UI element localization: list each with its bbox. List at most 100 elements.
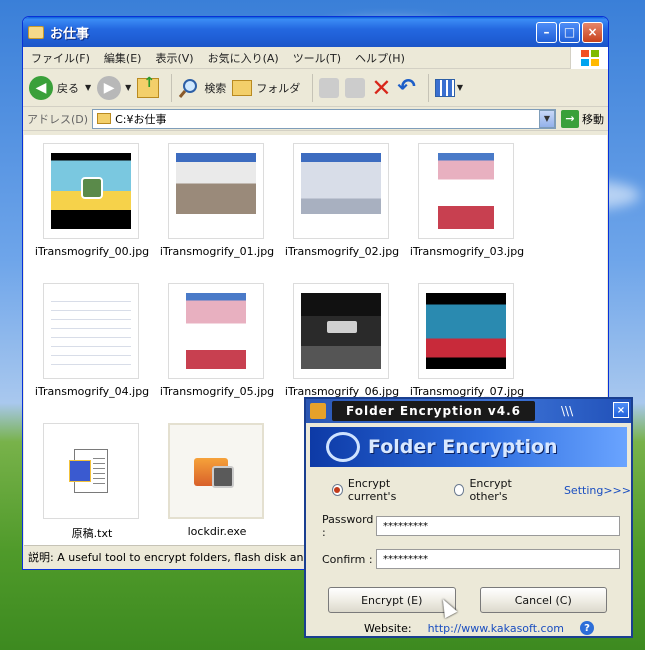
file-name: iTransmogrify_01.jpg [159, 245, 275, 258]
screenshot-thumbnail [301, 153, 381, 229]
encrypt-current-radio[interactable] [332, 484, 343, 496]
menu-favorites[interactable]: お気に入り(A) [208, 50, 279, 66]
thumbnail [168, 423, 264, 519]
encrypt-other-label[interactable]: Encrypt other's [469, 477, 543, 503]
file-item[interactable]: iTransmogrify_06.jpg [285, 283, 399, 398]
file-item-selected[interactable]: lockdir.exe [168, 423, 266, 538]
window-title: お仕事 [50, 26, 90, 42]
thumbnail [418, 283, 514, 379]
thumbnail [43, 283, 139, 379]
delete-icon: ✕ [371, 73, 392, 102]
lock-folder-icon [194, 452, 238, 490]
encrypt-options: Encrypt current's Encrypt other's Settin… [332, 477, 631, 503]
delete-button[interactable]: ✕ [371, 74, 391, 102]
file-name: iTransmogrify_02.jpg [284, 245, 400, 258]
copy-to-button[interactable] [345, 77, 366, 98]
title-decoration: \\\ [560, 404, 574, 418]
thumbnail [168, 283, 264, 379]
confirm-row: Confirm : ********* [306, 549, 631, 569]
go-button[interactable]: → 移動 [561, 109, 604, 128]
up-folder-button[interactable]: ↑ [137, 75, 160, 98]
chevron-down-icon: ▼ [456, 83, 464, 92]
banner-title: Folder Encryption [368, 436, 558, 458]
screenshot-thumbnail [51, 293, 131, 369]
file-item[interactable]: iTransmogrify_00.jpg [35, 143, 149, 258]
up-folder-icon: ↑ [137, 75, 160, 98]
folder-encryption-dialog: Folder Encryption v4.6 \\\ × Folder Encr… [304, 397, 633, 638]
address-input[interactable]: C:¥お仕事 [92, 108, 556, 129]
minimize-button[interactable]: – [536, 21, 557, 43]
menu-help[interactable]: ヘルプ(H) [355, 50, 405, 66]
go-label: 移動 [582, 112, 604, 126]
file-name: iTransmogrify_00.jpg [34, 245, 150, 258]
text-file-icon [69, 449, 108, 493]
thumbnail [418, 143, 514, 239]
thumbnail [43, 423, 139, 519]
file-name: iTransmogrify_05.jpg [159, 385, 275, 398]
forward-button[interactable]: ▶ ▼ [97, 75, 131, 100]
encrypt-other-radio[interactable] [453, 484, 465, 496]
windows-logo-icon [570, 47, 608, 69]
app-banner: Folder Encryption [310, 427, 627, 467]
confirm-label: Confirm : [322, 552, 373, 566]
move-to-button[interactable] [319, 77, 340, 98]
file-item[interactable]: 原稿.txt [43, 423, 141, 541]
file-item[interactable]: iTransmogrify_02.jpg [285, 143, 399, 258]
website-link[interactable]: http://www.kakasoft.com [428, 622, 564, 635]
file-item[interactable]: iTransmogrify_04.jpg [35, 283, 149, 398]
file-item[interactable]: iTransmogrify_03.jpg [410, 143, 524, 258]
setting-link[interactable]: Setting>>> [564, 484, 631, 497]
folder-icon [97, 113, 112, 124]
dialog-title: Folder Encryption v4.6 [332, 401, 535, 421]
file-name: iTransmogrify_03.jpg [409, 245, 525, 258]
go-arrow-icon: → [561, 109, 579, 128]
video-thumbnail [51, 153, 131, 229]
dialog-close-button[interactable]: × [613, 402, 629, 418]
menu-file[interactable]: ファイル(F) [31, 50, 90, 66]
menu-view[interactable]: 表示(V) [155, 50, 193, 66]
app-logo-icon [326, 432, 360, 462]
search-button[interactable]: 検索 [178, 77, 226, 99]
encrypt-current-label[interactable]: Encrypt current's [348, 477, 432, 503]
website-row: Website: http://www.kakasoft.com ? [364, 621, 631, 635]
youtube-logo [327, 321, 357, 333]
file-name: 原稿.txt [71, 527, 113, 540]
play-icon [81, 177, 103, 199]
close-button[interactable]: × [582, 21, 603, 43]
file-item[interactable]: iTransmogrify_07.jpg [410, 283, 524, 398]
undo-button[interactable]: ↶ [397, 75, 415, 100]
copy-to-icon [345, 77, 366, 98]
move-to-icon [319, 77, 340, 98]
thumbnail [43, 143, 139, 239]
address-value: C:¥お仕事 [115, 112, 167, 126]
password-label: Password : [322, 513, 374, 539]
screenshot-thumbnail [176, 153, 256, 229]
screenshot-thumbnail [186, 293, 246, 369]
help-icon[interactable]: ? [580, 621, 595, 635]
password-field[interactable]: ********* [376, 516, 620, 536]
dialog-buttons: Encrypt (E) Cancel (C) [328, 587, 631, 613]
address-bar: アドレス(D) C:¥お仕事 ▼ → 移動 [23, 107, 608, 131]
file-item[interactable]: iTransmogrify_01.jpg [160, 143, 274, 258]
encrypt-button[interactable]: Encrypt (E) [328, 587, 456, 613]
menu-edit[interactable]: 編集(E) [104, 50, 142, 66]
folders-icon [232, 79, 253, 96]
confirm-field[interactable]: ********* [376, 549, 620, 569]
screenshot-thumbnail [438, 153, 494, 229]
password-row: Password : ********* [306, 513, 631, 539]
address-dropdown-button[interactable]: ▼ [539, 109, 555, 128]
app-icon [310, 403, 326, 419]
dialog-titlebar[interactable]: Folder Encryption v4.6 \\\ × [306, 399, 631, 423]
explorer-titlebar[interactable]: お仕事 – □ × [23, 17, 608, 47]
views-button[interactable]: ▼ [434, 78, 464, 97]
file-item[interactable]: iTransmogrify_05.jpg [160, 283, 274, 398]
back-button[interactable]: ◀ 戻る ▼ [29, 75, 91, 100]
menu-tools[interactable]: ツール(T) [293, 50, 341, 66]
cancel-button[interactable]: Cancel (C) [479, 587, 607, 613]
thumbnail [293, 143, 389, 239]
address-label: アドレス(D) [27, 112, 89, 126]
folders-button[interactable]: フォルダ [232, 79, 300, 96]
maximize-button[interactable]: □ [559, 21, 580, 43]
thumbnail [168, 143, 264, 239]
menu-bar: ファイル(F) 編集(E) 表示(V) お気に入り(A) ツール(T) ヘルプ(… [23, 47, 608, 69]
